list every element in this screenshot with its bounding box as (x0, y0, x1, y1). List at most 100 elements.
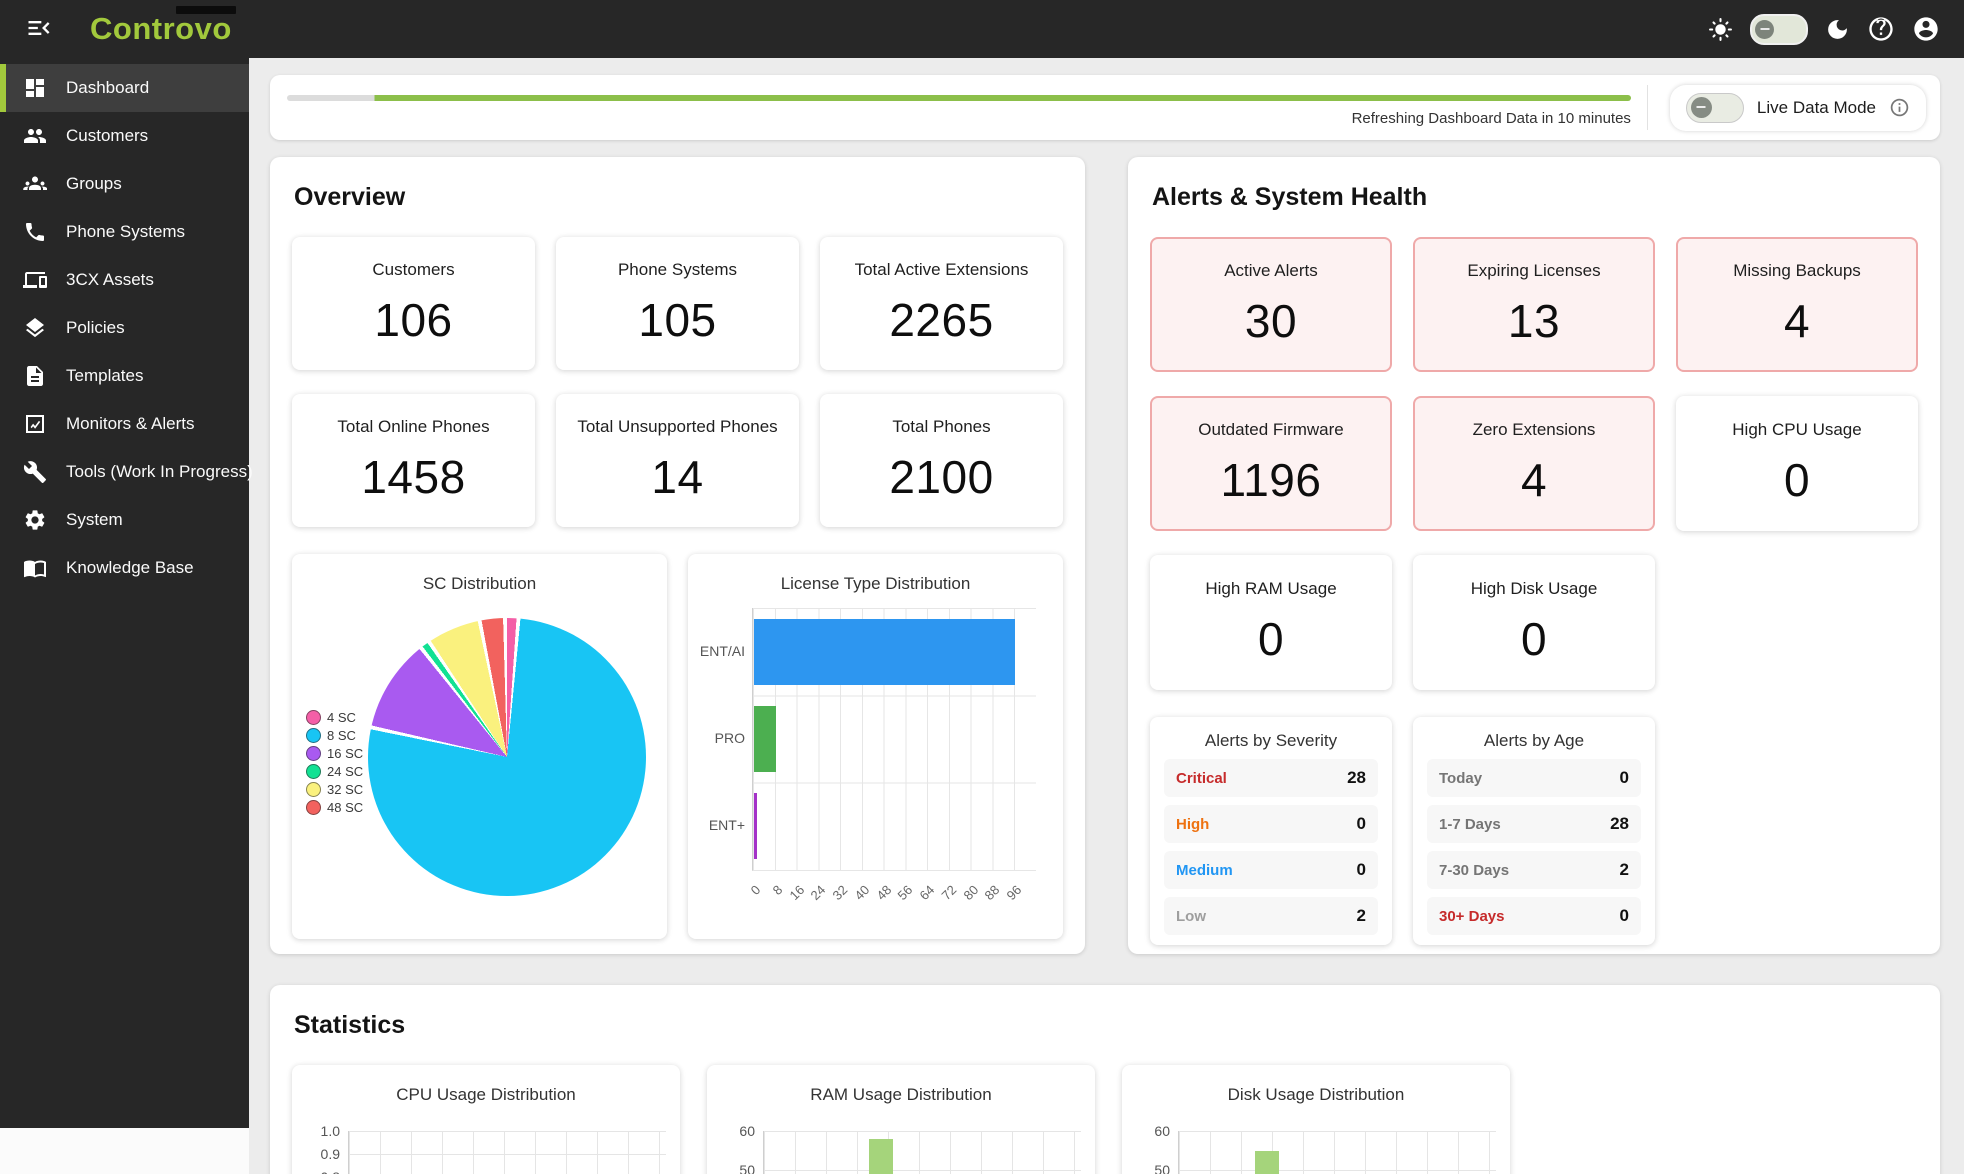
metric-value: 4 (1784, 294, 1810, 348)
metric-label: High Disk Usage (1471, 579, 1598, 599)
settings-icon (23, 508, 47, 532)
sidebar-footer-area (0, 1128, 249, 1174)
sidebar-collapse-button[interactable] (24, 14, 54, 44)
info-icon[interactable] (1889, 97, 1910, 118)
x-tick-label: 56 (895, 882, 916, 903)
category-label-ent-ai: ENT/AI (691, 643, 745, 659)
x-tick-label: 88 (982, 882, 1003, 903)
metric-label: Customers (372, 260, 454, 280)
metric-card-expiring-licenses: Expiring Licenses13 (1413, 237, 1655, 372)
sidebar-item-groups[interactable]: Groups (0, 160, 249, 208)
live-data-label: Live Data Mode (1757, 98, 1876, 118)
legend-item-32-sc: 32 SC (306, 782, 363, 797)
metric-card-phone-systems: Phone Systems105 (556, 237, 799, 370)
people-icon (23, 124, 47, 148)
monitoring-icon (23, 412, 47, 436)
plot-area (763, 1131, 1081, 1174)
metric-label: Total Phones (892, 417, 990, 437)
metric-card-total-online-phones: Total Online Phones1458 (292, 394, 535, 527)
sc-distribution-chart-card: SC Distribution 4 SC8 SC16 SC24 SC32 SC4… (292, 554, 667, 939)
app-logo-text: Controvo (90, 11, 232, 46)
sidebar-item-policies[interactable]: Policies (0, 304, 249, 352)
x-tick-label: 80 (960, 882, 981, 903)
metric-card-customers: Customers 106 (292, 237, 535, 370)
metric-value: 4 (1521, 453, 1547, 507)
sidebar-item-dashboard[interactable]: Dashboard (0, 64, 249, 112)
statistics-charts-row: CPU Usage Distribution1.00.90.8RAM Usage… (292, 1065, 1918, 1174)
legend-item-48-sc: 48 SC (306, 800, 363, 815)
plot-area (1178, 1131, 1496, 1174)
bar-pro (754, 706, 776, 772)
metric-value: 0 (1258, 612, 1284, 666)
refresh-caption: Refreshing Dashboard Data in 10 minutes (287, 110, 1631, 127)
metric-card-zero-extensions: Zero Extensions4 (1413, 396, 1655, 531)
y-tick-label: 50 (713, 1162, 755, 1174)
histogram-bar (869, 1139, 893, 1174)
legend-swatch (306, 728, 321, 743)
y-tick-label: 60 (1128, 1123, 1170, 1139)
row-label: 7-30 Days (1439, 862, 1509, 879)
sidebar-item-label: System (66, 510, 123, 530)
x-tick-label: 8 (769, 882, 785, 898)
alerts-by-severity-title: Alerts by Severity (1164, 731, 1378, 751)
sidebar-item-templates[interactable]: Templates (0, 352, 249, 400)
sidebar-item-label: Tools (Work In Progress) (66, 462, 253, 482)
metric-label: Phone Systems (618, 260, 737, 280)
sidebar-item-label: Knowledge Base (66, 558, 194, 578)
theme-toggle[interactable] (1750, 14, 1808, 45)
sidebar-item-customers[interactable]: Customers (0, 112, 249, 160)
account-icon[interactable] (1912, 15, 1940, 43)
row-value: 0 (1357, 814, 1366, 834)
license-type-title: License Type Distribution (702, 574, 1049, 594)
metric-label: High RAM Usage (1205, 579, 1336, 599)
row-value: 0 (1357, 860, 1366, 880)
y-tick-label: 60 (713, 1123, 755, 1139)
bar-ent-ai (754, 619, 1015, 685)
metric-value: 2100 (889, 450, 993, 504)
sidebar-item-label: Templates (66, 366, 143, 386)
license-type-plot: ENT/AIPROENT+081624324048566472808896 (752, 608, 1036, 871)
sidebar-item-system[interactable]: System (0, 496, 249, 544)
x-tick-label: 0 (748, 882, 764, 898)
sidebar-item-monitors-alerts[interactable]: Monitors & Alerts (0, 400, 249, 448)
row-label: 1-7 Days (1439, 816, 1501, 833)
statistics-panel: Statistics CPU Usage Distribution1.00.90… (270, 985, 1940, 1174)
table-row-low: Low2 (1164, 897, 1378, 935)
devices-icon (23, 268, 47, 292)
help-icon[interactable] (1867, 15, 1895, 43)
sidebar-item-3cx-assets[interactable]: 3CX Assets (0, 256, 249, 304)
refresh-status-card: Refreshing Dashboard Data in 10 minutes … (270, 75, 1940, 140)
y-tick-label: 0.8 (298, 1169, 340, 1174)
sidebar-item-tools-work-in-progress[interactable]: Tools (Work In Progress) (0, 448, 249, 496)
statistics-title: Statistics (294, 1011, 1918, 1040)
alerts-metrics-grid: Active Alerts30Expiring Licenses13Missin… (1150, 237, 1918, 690)
sidebar-item-phone-systems[interactable]: Phone Systems (0, 208, 249, 256)
sidebar-item-label: Policies (66, 318, 125, 338)
metric-card-missing-backups: Missing Backups4 (1676, 237, 1918, 372)
metric-card-outdated-firmware: Outdated Firmware1196 (1150, 396, 1392, 531)
sidebar-item-label: Dashboard (66, 78, 149, 98)
metric-value: 0 (1784, 453, 1810, 507)
table-row-critical: Critical28 (1164, 759, 1378, 797)
metric-value: 2265 (889, 293, 993, 347)
row-value: 2 (1357, 906, 1366, 926)
metric-label: Total Online Phones (337, 417, 489, 437)
metric-value: 106 (374, 293, 452, 347)
legend-label: 16 SC (327, 746, 363, 761)
y-tick-label: 50 (1128, 1162, 1170, 1174)
live-data-toggle[interactable] (1686, 93, 1744, 123)
alerts-by-age-title: Alerts by Age (1427, 731, 1641, 751)
metric-card-total-phones: Total Phones 2100 (820, 394, 1063, 527)
legend-swatch (306, 710, 321, 725)
x-tick-label: 24 (808, 882, 829, 903)
alerts-by-severity-rows: Critical28High0Medium0Low2 (1164, 759, 1378, 935)
legend-item-24-sc: 24 SC (306, 764, 363, 779)
metric-label: Total Unsupported Phones (577, 417, 777, 437)
metric-card-active-alerts: Active Alerts30 (1150, 237, 1392, 372)
row-value: 28 (1610, 814, 1629, 834)
sidebar-item-knowledge-base[interactable]: Knowledge Base (0, 544, 249, 592)
row-label: Today (1439, 770, 1482, 787)
x-tick-label: 16 (786, 882, 807, 903)
topbar-actions (1708, 14, 1940, 45)
groups-icon (23, 172, 47, 196)
